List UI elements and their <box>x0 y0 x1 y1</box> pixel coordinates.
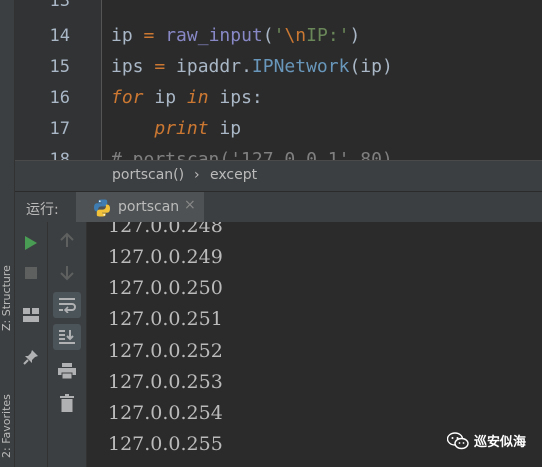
pin-icon <box>23 350 38 365</box>
trash-icon <box>60 394 74 412</box>
line-number: 13 <box>49 0 70 11</box>
pin-tab-button[interactable] <box>17 344 45 370</box>
watermark: 巡安似海 <box>447 431 526 450</box>
code-token: = <box>154 56 166 77</box>
soft-wrap-toggle[interactable] <box>53 292 81 318</box>
code-line-18: # portscan('127.0.0.1',80) <box>111 149 393 160</box>
watermark-text: 巡安似海 <box>474 435 527 450</box>
code-token: print <box>154 118 209 139</box>
close-icon[interactable]: × <box>184 197 196 213</box>
code-token: ips <box>111 56 144 77</box>
gutter-separator <box>101 0 102 160</box>
line-number: 16 <box>49 88 70 108</box>
code-token: for <box>111 87 144 108</box>
structure-tool-tab[interactable]: Z: Structure <box>0 262 14 334</box>
breadcrumb-separator: › <box>194 167 200 183</box>
soft-wrap-icon <box>59 298 76 313</box>
line-number: 18 <box>49 150 70 160</box>
play-icon <box>25 236 37 250</box>
down-stack-button[interactable] <box>53 260 81 286</box>
code-line-14: ip = raw_input('\nIP:') <box>111 25 360 46</box>
layout-button[interactable] <box>17 302 45 328</box>
breadcrumb: portscan() › except <box>14 160 542 191</box>
code-token: ip <box>219 118 242 139</box>
run-toolbar-primary <box>14 222 48 467</box>
left-tool-strip: Z: Structure 2: Favorites <box>0 0 15 467</box>
code-token: ip <box>154 87 177 108</box>
tab-label: portscan <box>118 199 180 215</box>
code-line-15: ips = ipaddr.IPNetwork(ip) <box>111 56 393 77</box>
tab-portscan[interactable]: portscan × <box>76 192 204 223</box>
console-line: 127.0.0.251 <box>108 308 223 330</box>
console-line: 127.0.0.252 <box>108 340 223 362</box>
code-token: in <box>186 87 209 108</box>
code-line-17: print ip <box>111 118 241 139</box>
code-token: IP: <box>306 25 339 46</box>
console-line: 127.0.0.249 <box>108 246 223 268</box>
code-token: \n <box>284 25 307 46</box>
breadcrumb-function[interactable]: portscan() <box>112 167 184 183</box>
code-editor[interactable]: 13 14 15 16 17 18 ip = raw_input('\nIP:'… <box>0 0 542 160</box>
line-number: 14 <box>49 26 70 46</box>
clear-all-button[interactable] <box>53 390 81 416</box>
printer-icon <box>58 363 76 379</box>
scroll-to-end-toggle[interactable] <box>53 324 81 350</box>
run-tool-window-header: 运行: portscan × <box>14 191 542 223</box>
code-token: ) <box>349 25 361 46</box>
code-token: ' <box>273 25 285 46</box>
code-token: (ip) <box>349 56 393 77</box>
code-token: IPNetwork <box>251 56 350 77</box>
layout-icon <box>23 308 39 322</box>
run-toolbar-secondary <box>48 222 87 467</box>
code-token: ipaddr. <box>176 56 252 77</box>
python-icon <box>94 199 110 217</box>
code-token: raw_input <box>165 25 263 46</box>
console-line: 127.0.0.253 <box>108 371 223 393</box>
print-button[interactable] <box>53 358 81 384</box>
code-token: ips: <box>219 87 263 108</box>
code-token: # portscan('127.0.0.1',80) <box>111 149 393 160</box>
code-token: ' <box>338 25 350 46</box>
code-line-16: for ip in ips: <box>111 87 263 108</box>
console-line: 127.0.0.250 <box>108 277 223 299</box>
code-token: ip <box>111 25 133 46</box>
arrow-down-icon <box>60 266 74 281</box>
rerun-button[interactable] <box>17 230 45 256</box>
console-line: 127.0.0.248 <box>108 222 223 237</box>
code-token: = <box>143 25 155 46</box>
line-number: 15 <box>49 57 70 77</box>
line-number: 17 <box>49 119 70 139</box>
stop-button[interactable] <box>17 260 45 286</box>
breadcrumb-block[interactable]: except <box>210 167 257 183</box>
console-line: 127.0.0.255 <box>108 433 223 455</box>
favorites-tool-tab[interactable]: 2: Favorites <box>0 386 14 466</box>
scroll-to-end-icon <box>59 330 75 344</box>
arrow-up-icon <box>60 232 74 247</box>
run-label: 运行: <box>26 202 59 218</box>
code-token: ( <box>262 25 274 46</box>
stop-icon <box>25 267 37 279</box>
wechat-icon <box>447 431 469 449</box>
up-stack-button[interactable] <box>53 227 81 253</box>
console-line: 127.0.0.254 <box>108 402 223 424</box>
